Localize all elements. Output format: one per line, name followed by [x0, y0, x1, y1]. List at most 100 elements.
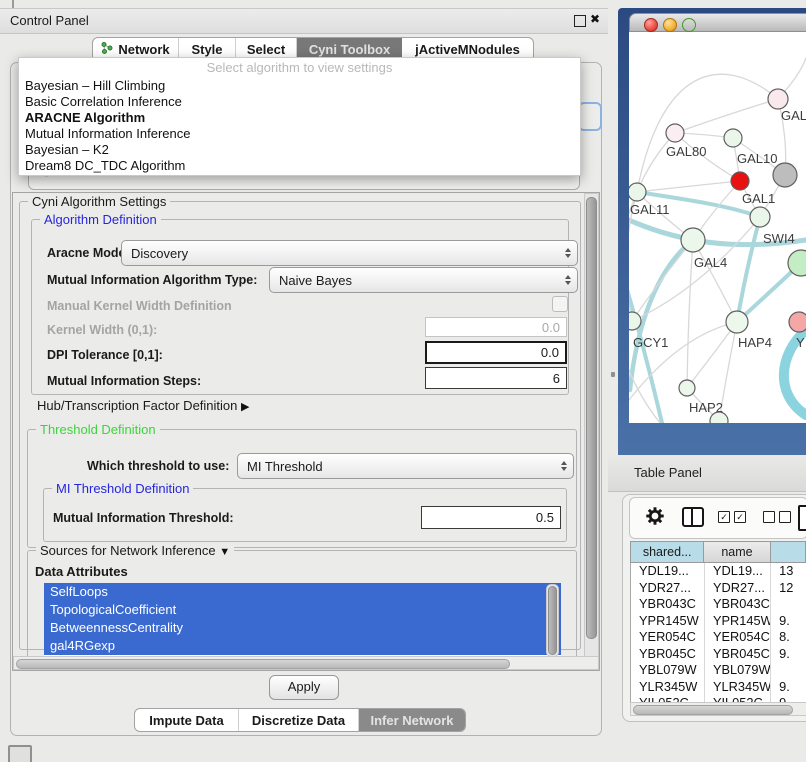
bottom-tab-discretize-data[interactable]: Discretize Data	[239, 709, 359, 731]
table-row[interactable]: YPR145WYPR145W9.	[631, 613, 806, 630]
deselect-all-box2-icon[interactable]	[779, 511, 791, 523]
algorithm-combo-focus-ring[interactable]	[578, 102, 602, 131]
algorithm-option[interactable]: Bayesian – Hill Climbing	[19, 78, 580, 94]
dpi-tolerance-field[interactable]: 0.0	[425, 341, 567, 364]
kernel-width-field[interactable]: 0.0	[425, 317, 567, 337]
column-header-shared...[interactable]: shared...	[630, 541, 704, 563]
kernel-width-label: Kernel Width (0,1):	[47, 323, 157, 337]
select-all-check-icon[interactable]: ✓	[718, 511, 730, 523]
table-cell: YLR345W	[705, 679, 771, 696]
table-row[interactable]: YDL19...YDL19...13	[631, 563, 806, 580]
settings-scrollbar-thumb[interactable]	[586, 197, 597, 639]
algorithm-option[interactable]: ARACNE Algorithm	[19, 110, 580, 126]
table-cell: YBR043C	[631, 596, 705, 613]
minimize-window-icon[interactable]	[663, 18, 677, 32]
table-row[interactable]: YIL052CYIL052C9	[631, 695, 806, 702]
attribute-list-item[interactable]: BetweennessCentrality	[44, 619, 561, 637]
network-node-gal1[interactable]	[731, 172, 749, 190]
network-node-hap2[interactable]	[679, 380, 695, 396]
table-cell: YER054C	[705, 629, 771, 646]
table-row[interactable]: YBL079WYBL079W	[631, 662, 806, 679]
minimized-panel-icon[interactable]	[8, 745, 32, 762]
aracne-mode-combo[interactable]: Discovery	[121, 240, 578, 266]
network-node-gal11[interactable]	[629, 183, 646, 201]
network-graph-icon	[101, 42, 113, 57]
manual-kernel-label: Manual Kernel Width Definition	[47, 299, 232, 313]
network-node-y[interactable]	[789, 312, 806, 332]
close-window-icon[interactable]	[644, 18, 658, 32]
close-icon[interactable]: ✖	[590, 12, 600, 26]
network-node-gal80[interactable]	[666, 124, 684, 142]
network-edge[interactable]	[637, 181, 740, 192]
network-window-titlebar[interactable]	[629, 13, 806, 32]
settings-horizontal-scrollbar[interactable]	[13, 656, 599, 670]
network-node-gal4[interactable]	[681, 228, 705, 252]
split-columns-icon[interactable]	[682, 507, 704, 527]
float-window-icon[interactable]	[574, 15, 586, 27]
network-edge[interactable]	[687, 240, 693, 388]
attribute-list-item[interactable]: SelfLoops	[44, 583, 561, 601]
table-horizontal-scrollbar[interactable]	[630, 702, 806, 716]
algorithm-option[interactable]: Bayesian – K2	[19, 142, 580, 158]
network-node-swi4[interactable]	[750, 207, 770, 227]
split-pane-handle[interactable]	[611, 372, 615, 377]
dpi-tolerance-label: DPI Tolerance [0,1]:	[47, 348, 163, 362]
attributes-scrollbar-thumb[interactable]	[548, 586, 557, 655]
network-node[interactable]	[773, 163, 797, 187]
bottom-tab-impute-data[interactable]: Impute Data	[135, 709, 239, 731]
deselect-all-box-icon[interactable]	[763, 511, 775, 523]
mi-threshold-field[interactable]: 0.5	[421, 506, 561, 529]
table-hscrollbar-thumb[interactable]	[633, 705, 793, 715]
table-cell: YDL19...	[631, 563, 705, 580]
table-row[interactable]: YDR27...YDR27...12	[631, 580, 806, 597]
new-column-doc-icon[interactable]	[798, 505, 806, 531]
stepper-arrows-icon	[565, 241, 571, 265]
column-header-extra[interactable]	[771, 541, 806, 563]
table-row[interactable]: YBR043CYBR043C	[631, 596, 806, 613]
manual-kernel-checkbox[interactable]	[552, 296, 568, 312]
attribute-list-item[interactable]: TopologicalCoefficient	[44, 601, 561, 619]
mi-steps-field[interactable]: 6	[425, 367, 567, 389]
network-node-gal[interactable]	[768, 89, 788, 109]
network-edge[interactable]	[687, 322, 737, 388]
mi-steps-value: 6	[553, 371, 560, 386]
attributes-list-scrollbar[interactable]	[546, 584, 559, 657]
tab-label: Style	[191, 42, 222, 57]
table-cell: YBR045C	[631, 646, 705, 663]
apply-button[interactable]: Apply	[269, 675, 339, 700]
mi-type-combo[interactable]: Naive Bayes	[269, 267, 578, 293]
tab-label: Impute Data	[149, 713, 223, 728]
network-node-gal10[interactable]	[724, 129, 742, 147]
column-header-name[interactable]: name	[704, 541, 770, 563]
mi-type-value: Naive Bayes	[279, 273, 352, 288]
which-threshold-label: Which threshold to use:	[87, 459, 229, 473]
node-label: GAL1	[742, 191, 775, 206]
network-edge[interactable]	[675, 99, 778, 133]
settings-vertical-scrollbar[interactable]	[584, 193, 599, 657]
algorithm-option[interactable]: Basic Correlation Inference	[19, 94, 580, 110]
table-cell: 12	[771, 580, 806, 597]
bottom-tab-infer-network[interactable]: Infer Network	[359, 709, 465, 731]
algorithm-dropdown-popup: Select algorithm to view settings Bayesi…	[18, 57, 581, 176]
algorithm-option[interactable]: Mutual Information Inference	[19, 126, 580, 142]
network-edge[interactable]	[637, 133, 675, 192]
network-edge[interactable]	[693, 240, 737, 322]
select-all-check2-icon[interactable]: ✓	[734, 511, 746, 523]
aracne-mode-label: Aracne Mode:	[47, 246, 130, 260]
network-canvas[interactable]: GALGAL80GAL10GAL1SWI4GAL11GAL4GCY1HAP4YH…	[629, 32, 806, 423]
network-edge[interactable]	[637, 74, 778, 192]
settings-hscrollbar-thumb[interactable]	[16, 659, 510, 669]
table-row[interactable]: YBR045CYBR045C9.	[631, 646, 806, 663]
which-threshold-combo[interactable]: MI Threshold	[237, 453, 574, 479]
network-node-hap4[interactable]	[726, 311, 748, 333]
table-row[interactable]: YLR345WYLR345W9.	[631, 679, 806, 696]
network-node-gcy1[interactable]	[629, 312, 641, 330]
attribute-list-item[interactable]: gal4RGexp	[44, 637, 561, 655]
sources-legend[interactable]: Sources for Network Inference ▼	[36, 543, 234, 558]
hub-definition-toggle[interactable]: Hub/Transcription Factor Definition ▶	[37, 398, 249, 413]
settings-gear-icon[interactable]	[644, 505, 666, 527]
algorithm-option[interactable]: Dream8 DC_TDC Algorithm	[19, 158, 580, 174]
maximize-window-icon[interactable]	[682, 18, 696, 32]
table-row[interactable]: YER054CYER054C8.	[631, 629, 806, 646]
table-cell: YDR27...	[631, 580, 705, 597]
